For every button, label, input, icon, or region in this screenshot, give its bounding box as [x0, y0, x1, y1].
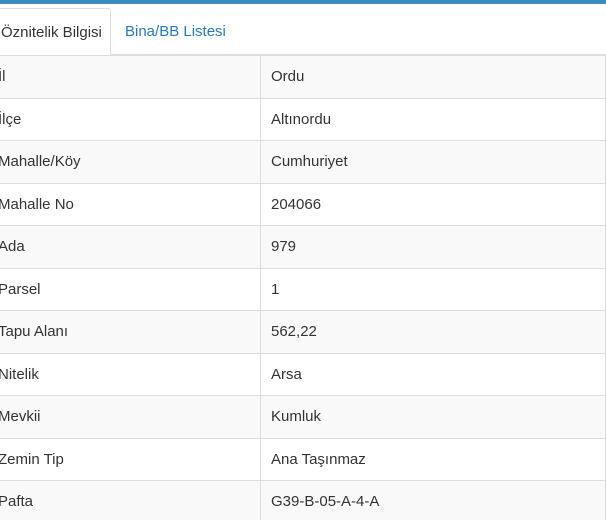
row-value: Ordu	[271, 68, 305, 86]
table-row: İlçe Altınordu	[0, 97, 606, 141]
table-row: Mahalle/Köy Cumhuriyet	[0, 140, 606, 183]
row-label: Nitelik	[0, 365, 39, 383]
table-row: Tapu Alanı 562,22	[0, 310, 606, 353]
tab-attribute-info[interactable]: Öznitelik Bilgisi	[0, 8, 111, 55]
row-value: 562,22	[271, 323, 317, 341]
tab-building-list[interactable]: Bina/BB Listesi	[125, 8, 226, 55]
row-label: İlçe	[0, 110, 22, 128]
table-row: Parsel 1	[0, 267, 606, 311]
parcel-attribute-panel: Öznitelik Bilgisi Bina/BB Listesi İl Ord…	[0, 0, 606, 520]
row-value: 979	[271, 238, 297, 256]
row-value: Arsa	[271, 365, 302, 383]
row-value: Ana Taşınmaz	[271, 450, 366, 468]
row-value: Cumhuriyet	[271, 153, 348, 171]
row-value: Altınordu	[271, 110, 332, 128]
row-label: Mahalle No	[0, 195, 74, 213]
table-row: Pafta G39-B-05-A-4-A	[0, 480, 606, 520]
table-row: Nitelik Arsa	[0, 352, 606, 396]
table-row: Ada 979	[0, 225, 606, 268]
row-value: Kumluk	[271, 408, 322, 426]
row-label: Tapu Alanı	[0, 323, 69, 341]
row-label: Parsel	[0, 280, 41, 298]
row-label: Mevkii	[0, 408, 41, 426]
row-value: G39-B-05-A-4-A	[271, 493, 380, 511]
row-label: İl	[0, 68, 6, 86]
row-label: Ada	[0, 238, 25, 256]
table-row: Mahalle No 204066	[0, 182, 606, 226]
row-label: Mahalle/Köy	[0, 153, 81, 171]
row-label: Zemin Tip	[0, 450, 64, 468]
table-row: Zemin Tip Ana Taşınmaz	[0, 437, 606, 481]
table-row: İl Ordu	[0, 55, 606, 98]
row-label: Pafta	[0, 493, 34, 511]
table-row: Mevkii Kumluk	[0, 395, 606, 438]
tab-bar: Öznitelik Bilgisi Bina/BB Listesi	[0, 4, 606, 55]
row-value: 204066	[271, 195, 322, 213]
row-value: 1	[271, 280, 280, 298]
attribute-table: İl Ordu İlçe Altınordu Mahalle/Köy Cumhu…	[0, 55, 606, 520]
